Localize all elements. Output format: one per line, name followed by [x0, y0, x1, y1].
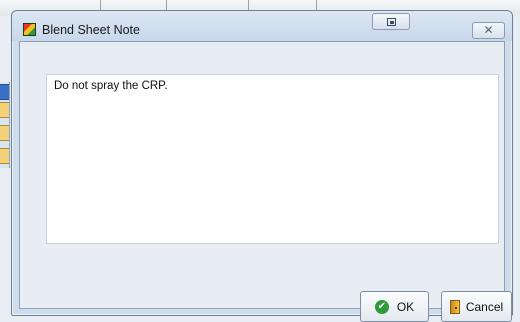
background-side-strip — [0, 82, 10, 168]
close-icon: ✕ — [483, 23, 494, 37]
background-strip-cell — [0, 125, 9, 141]
app-icon — [23, 23, 36, 36]
title-bar[interactable]: Blend Sheet Note ✕ — [12, 11, 512, 41]
check-icon: ✔ — [374, 299, 389, 314]
dialog-body: Do not spray the CRP. ✔ OK Cancel — [19, 41, 512, 322]
cancel-button-label: Cancel — [465, 299, 504, 314]
dialog-title: Blend Sheet Note — [42, 23, 140, 37]
background-strip-cell — [0, 102, 9, 118]
door-icon — [449, 299, 460, 314]
window-restore-icon — [386, 17, 396, 26]
close-button[interactable]: ✕ — [472, 22, 505, 39]
background-strip-cell — [0, 148, 9, 164]
background-strip-cell — [0, 84, 9, 100]
ok-button-label: OK — [396, 299, 415, 314]
window-restore-button[interactable] — [372, 13, 410, 30]
note-text-area[interactable]: Do not spray the CRP. — [46, 74, 499, 244]
blend-sheet-note-dialog: Blend Sheet Note ✕ Do not spray the CRP.… — [11, 10, 513, 322]
note-text: Do not spray the CRP. — [54, 80, 168, 92]
ok-button[interactable]: ✔ OK — [360, 291, 429, 322]
cancel-button[interactable]: Cancel — [441, 291, 512, 322]
